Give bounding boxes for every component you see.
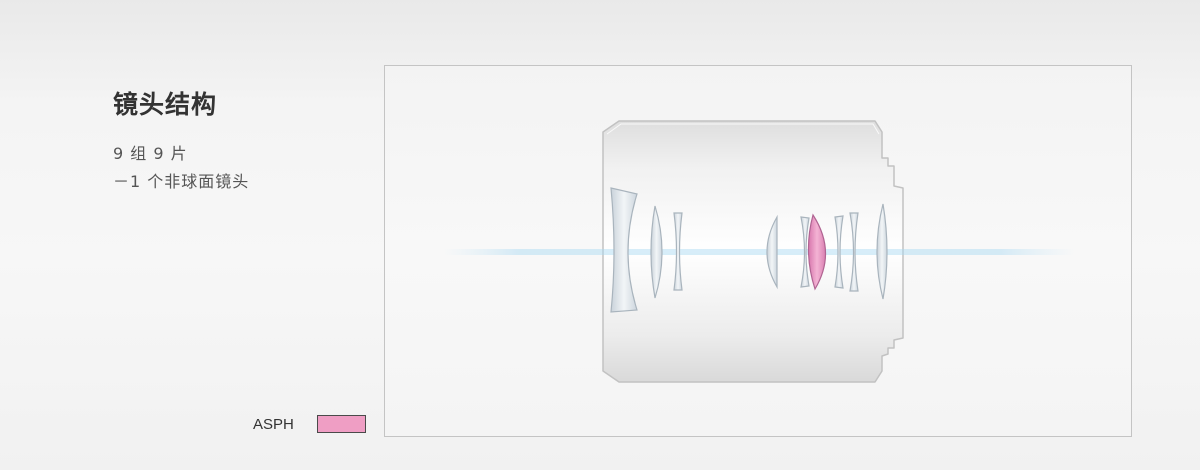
section-title: 镜头结构 [113,90,218,119]
optical-axis [443,249,1075,255]
lens-construction-diagram [384,65,1132,437]
legend-label: ASPH [253,415,294,433]
lens-diagram-svg [443,120,1075,383]
spec-list: 9 组 9 片 －1 个非球面镜头 [113,140,353,196]
legend-swatch-asph [317,415,366,433]
groups-elements-text: 9 组 9 片 [113,144,188,163]
lens-info-panel: 镜头结构 9 组 9 片 －1 个非球面镜头 [113,88,353,196]
aspherical-count-text: －1 个非球面镜头 [113,172,250,191]
legend: ASPH [253,413,366,435]
